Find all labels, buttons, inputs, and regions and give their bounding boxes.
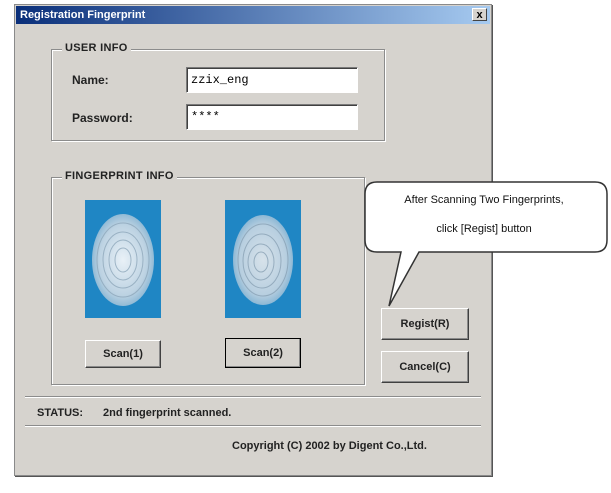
cancel-button[interactable]: Cancel(C) <box>381 351 469 383</box>
fingerprint-1-icon <box>92 214 154 306</box>
password-field[interactable]: **** <box>186 104 358 130</box>
user-info-group: USER INFO Name: zzix_eng Password: **** <box>51 42 385 141</box>
copyright-divider <box>25 425 481 427</box>
scan-1-button[interactable]: Scan(1) <box>85 340 161 368</box>
fingerprint-2-icon <box>233 215 293 305</box>
fingerprint-image-2 <box>225 200 301 318</box>
fingerprint-info-title: FINGERPRINT INFO <box>62 170 177 182</box>
callout-line-1: After Scanning Two Fingerprints, <box>404 194 564 206</box>
instruction-callout: After Scanning Two Fingerprints, click [… <box>359 178 609 323</box>
name-field[interactable]: zzix_eng <box>186 67 358 93</box>
name-label: Name: <box>72 73 109 87</box>
status-divider <box>25 396 481 398</box>
scan-2-button[interactable]: Scan(2) <box>225 338 301 368</box>
password-label: Password: <box>72 111 133 125</box>
window-title: Registration Fingerprint <box>20 9 146 21</box>
callout-line-2: click [Regist] button <box>436 223 532 235</box>
status-text: 2nd fingerprint scanned. <box>103 407 232 419</box>
status-label: STATUS: <box>37 407 84 419</box>
title-bar: Registration Fingerprint x <box>16 6 490 24</box>
copyright-text: Copyright (C) 2002 by Digent Co.,Ltd. <box>232 440 427 452</box>
close-button[interactable]: x <box>472 8 487 21</box>
fingerprint-info-group: FINGERPRINT INFO Scan(1) Scan(2) <box>51 170 365 385</box>
fingerprint-image-1 <box>85 200 161 318</box>
user-info-title: USER INFO <box>62 42 131 54</box>
